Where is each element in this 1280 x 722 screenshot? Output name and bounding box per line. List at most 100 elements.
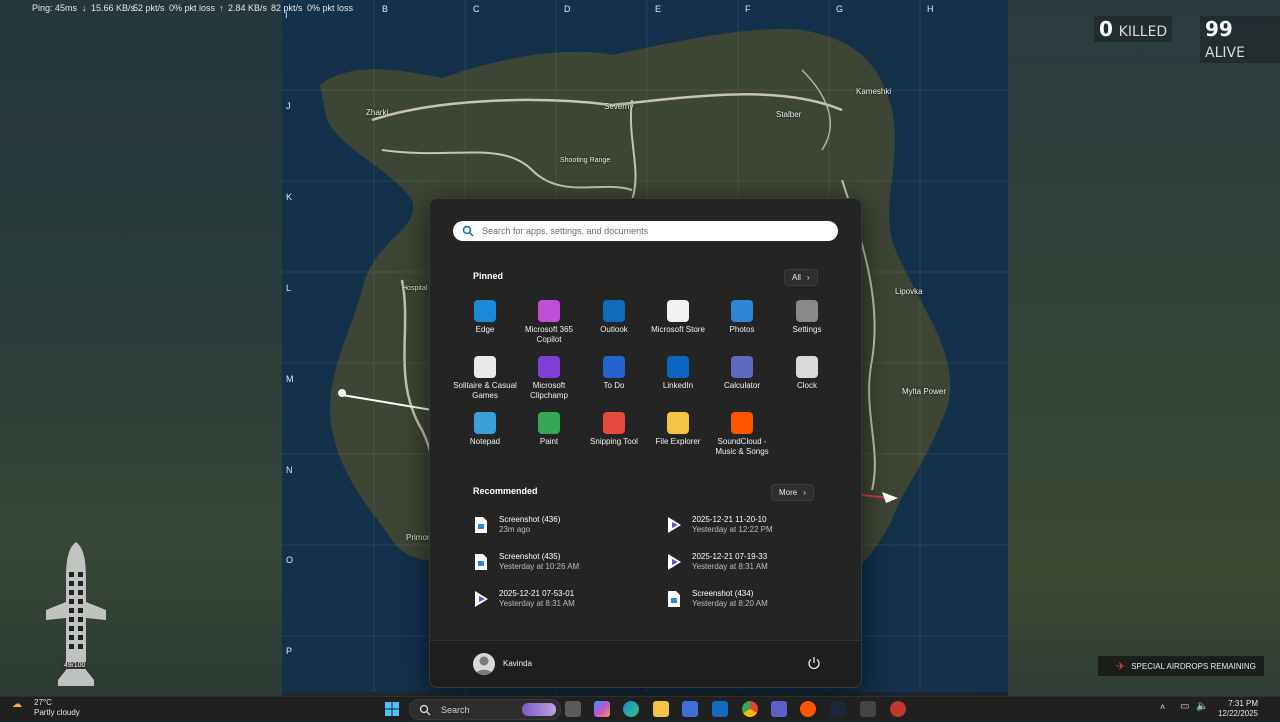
windows-start-icon[interactable] bbox=[384, 701, 400, 717]
task-view-icon[interactable] bbox=[565, 701, 581, 717]
copilot-icon[interactable] bbox=[594, 701, 610, 717]
power-icon[interactable] bbox=[807, 656, 821, 670]
chevron-right-icon: › bbox=[803, 488, 806, 497]
teams-icon[interactable] bbox=[771, 701, 787, 717]
pinned-app-label: Clock bbox=[796, 381, 817, 390]
airdrops-panel: ✈ SPECIAL AIRDROPS REMAINING bbox=[1097, 655, 1265, 677]
pinned-app[interactable]: Paint bbox=[517, 412, 581, 447]
grid-row-label: J bbox=[286, 101, 291, 111]
pinned-app[interactable]: Snipping Tool bbox=[582, 412, 646, 447]
pinned-app-label: Edge bbox=[475, 325, 495, 334]
pinned-app-label: To Do bbox=[603, 381, 625, 390]
pinned-app-label: LinkedIn bbox=[662, 381, 694, 390]
pinned-app[interactable]: Microsoft 365 Copilot bbox=[517, 300, 581, 345]
blurred-map-right bbox=[1008, 0, 1280, 720]
network-icon[interactable]: ▭ bbox=[1180, 701, 1189, 712]
volume-icon[interactable]: 🔈 bbox=[1196, 701, 1208, 712]
all-apps-label: All bbox=[792, 273, 801, 282]
airdrops-label: SPECIAL AIRDROPS REMAINING bbox=[1131, 661, 1256, 671]
recommended-text: Screenshot (435) Yesterday at 10:26 AM bbox=[499, 552, 579, 572]
town-label: Hospital bbox=[402, 285, 428, 292]
town-label: Lipovka bbox=[895, 287, 923, 296]
pinned-app[interactable]: Notepad bbox=[453, 412, 517, 447]
outlook-icon[interactable] bbox=[712, 701, 728, 717]
notepad-icon bbox=[474, 412, 496, 434]
recommended-time: 23m ago bbox=[499, 525, 531, 534]
outlook-icon bbox=[603, 300, 625, 322]
recommended-item[interactable]: Screenshot (434) Yesterday at 8:20 AM bbox=[666, 589, 768, 609]
pinned-app[interactable]: File Explorer bbox=[646, 412, 710, 447]
recommended-time: Yesterday at 8:20 AM bbox=[692, 599, 768, 608]
video-file-icon bbox=[666, 553, 682, 571]
recommended-item[interactable]: Screenshot (435) Yesterday at 10:26 AM bbox=[473, 552, 579, 572]
steam-icon[interactable] bbox=[830, 701, 846, 717]
grid-col-label: C bbox=[473, 4, 480, 14]
pinned-app[interactable]: Settings bbox=[775, 300, 839, 335]
pinned-app[interactable]: To Do bbox=[582, 356, 646, 391]
user-avatar[interactable] bbox=[473, 653, 495, 675]
grid-row-label: L bbox=[286, 283, 292, 293]
pinned-app[interactable]: Outlook bbox=[582, 300, 646, 335]
recommended-name: Screenshot (434) bbox=[692, 589, 754, 598]
search-placeholder: Search for apps, settings, and documents bbox=[482, 226, 649, 236]
recommended-item[interactable]: 2025-12-21 07-53-01 Yesterday at 8:31 AM bbox=[473, 589, 575, 609]
weather-widget[interactable]: ☁ 27°C Partly cloudy bbox=[12, 698, 80, 718]
recommended-item[interactable]: Screenshot (436) 23m ago bbox=[473, 515, 560, 535]
pinned-app-label: Solitaire & Casual Games bbox=[453, 381, 517, 400]
clipchamp-icon bbox=[538, 356, 560, 378]
chrome-icon[interactable] bbox=[742, 701, 758, 717]
killed-counter: 0 KILLED bbox=[1094, 16, 1173, 42]
pinned-app[interactable]: LinkedIn bbox=[646, 356, 710, 391]
edge-icon bbox=[474, 300, 496, 322]
more-button[interactable]: More › bbox=[771, 484, 814, 501]
chevron-up-icon[interactable]: ˄ bbox=[1160, 702, 1165, 712]
pinned-app[interactable]: Microsoft Store bbox=[646, 300, 710, 335]
upload-arrow-icon: ↑ bbox=[219, 3, 224, 13]
all-apps-button[interactable]: All › bbox=[784, 269, 818, 286]
pinned-app[interactable]: Clock bbox=[775, 356, 839, 391]
download-arrow-icon: ↓ bbox=[82, 3, 87, 13]
store-icon[interactable] bbox=[682, 701, 698, 717]
file-explorer-icon[interactable] bbox=[653, 701, 669, 717]
pinned-app[interactable]: SoundCloud - Music & Songs bbox=[710, 412, 774, 457]
pinned-app-label: Paint bbox=[539, 437, 559, 446]
pinned-title: Pinned bbox=[473, 271, 504, 281]
pinned-app-label: Photos bbox=[729, 325, 755, 334]
recommended-item[interactable]: 2025-12-21 11-20-10 Yesterday at 12:22 PM bbox=[666, 515, 773, 535]
file-explorer-icon bbox=[667, 412, 689, 434]
pinned-app[interactable]: Edge bbox=[453, 300, 517, 335]
plane-icon: 49/100 bbox=[44, 540, 108, 690]
town-label: Stalber bbox=[776, 110, 802, 119]
pinned-app-label: Microsoft 365 Copilot bbox=[524, 325, 574, 344]
photos-icon bbox=[731, 300, 753, 322]
recommended-name: 2025-12-21 07-53-01 bbox=[499, 589, 575, 598]
image-file-icon bbox=[473, 553, 489, 571]
pinned-app[interactable]: Microsoft Clipchamp bbox=[517, 356, 581, 401]
clock-widget[interactable]: 7:31 PM 12/22/2025 bbox=[1218, 699, 1258, 719]
pinned-app[interactable]: Solitaire & Casual Games bbox=[453, 356, 517, 401]
recording-app-icon[interactable] bbox=[890, 701, 906, 717]
start-search-input[interactable]: Search for apps, settings, and documents bbox=[453, 221, 838, 241]
soundcloud-icon[interactable] bbox=[800, 701, 816, 717]
linkedin-icon bbox=[667, 356, 689, 378]
edge-icon[interactable] bbox=[623, 701, 639, 717]
pinned-app[interactable]: Photos bbox=[710, 300, 774, 335]
grid-col-label: F bbox=[745, 4, 751, 14]
upload-rate: 2.84 KB/s bbox=[228, 3, 268, 13]
pinned-app-label: Notepad bbox=[469, 437, 501, 446]
taskbar-search[interactable]: Search bbox=[409, 699, 561, 720]
solitaire-icon bbox=[474, 356, 496, 378]
pinned-app-label: Snipping Tool bbox=[590, 437, 638, 446]
clock-time: 7:31 PM bbox=[1228, 699, 1258, 708]
user-name[interactable]: Kavinda bbox=[503, 659, 532, 668]
grid-col-label: G bbox=[836, 4, 844, 14]
soundcloud-icon bbox=[731, 412, 753, 434]
recommended-item[interactable]: 2025-12-21 07-19-33 Yesterday at 8:31 AM bbox=[666, 552, 768, 572]
temperature: 27°C bbox=[34, 698, 52, 707]
pinned-app[interactable]: Calculator bbox=[710, 356, 774, 391]
ping-text: Ping: 45ms bbox=[32, 3, 78, 13]
store-icon bbox=[667, 300, 689, 322]
grid-row-label: K bbox=[286, 192, 293, 202]
game-app-icon[interactable] bbox=[860, 701, 876, 717]
grid-row-label: M bbox=[286, 374, 294, 384]
